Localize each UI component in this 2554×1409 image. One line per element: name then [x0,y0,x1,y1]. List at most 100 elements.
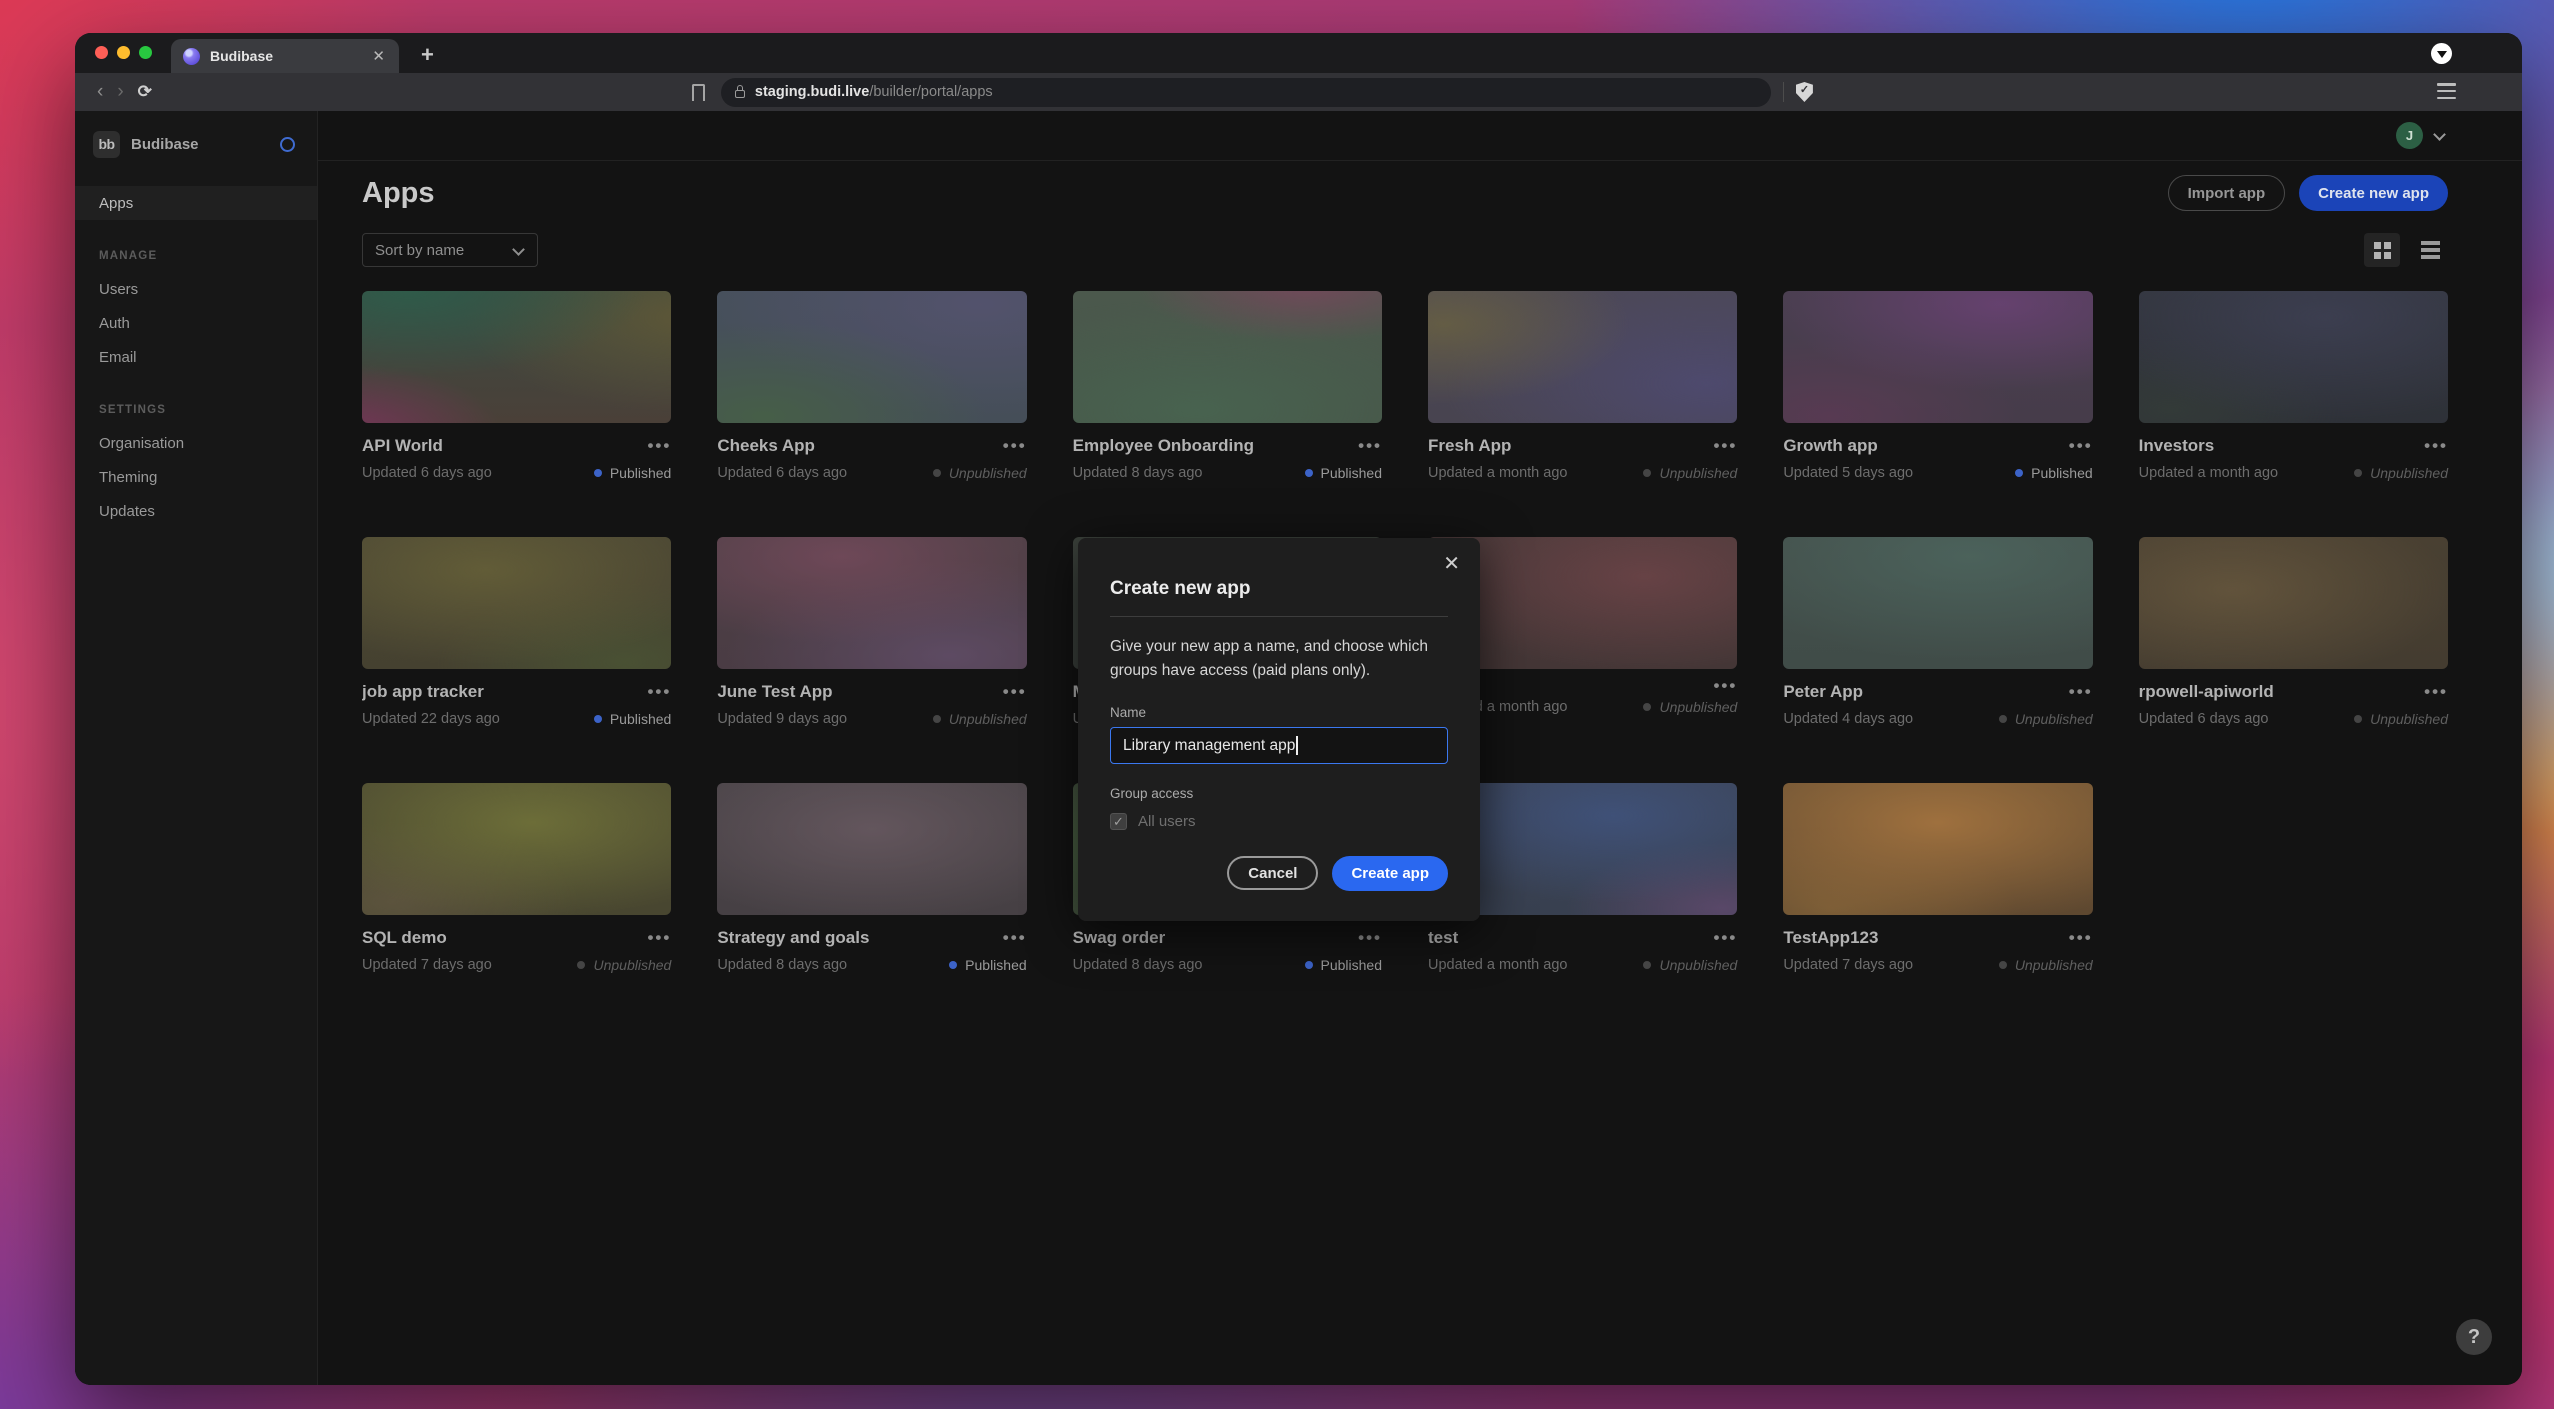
chevron-down-icon [512,243,525,256]
status-dot [1643,703,1651,711]
app-updated-text: Updated a month ago [2139,465,2355,481]
card-menu-icon[interactable]: ••• [647,442,671,450]
card-menu-icon[interactable]: ••• [2424,688,2448,696]
app-thumbnail[interactable] [717,537,1026,669]
app-thumbnail[interactable] [2139,291,2448,423]
app-thumbnail[interactable] [362,291,671,423]
card-menu-icon[interactable]: ••• [2069,442,2093,450]
sidebar-item-apps[interactable]: Apps [75,186,317,220]
minimize-window-button[interactable] [117,46,130,59]
app-thumbnail[interactable] [1783,291,2092,423]
address-bar[interactable]: staging.budi.live /builder/portal/apps [721,78,1771,107]
card-menu-icon[interactable]: ••• [2069,934,2093,942]
download-indicator-icon[interactable] [2431,43,2452,64]
status-badge: Unpublished [1643,957,1737,973]
sidebar-item-updates[interactable]: Updates [75,494,317,528]
help-button[interactable]: ? [2456,1319,2492,1355]
card-menu-icon[interactable]: ••• [1358,934,1382,942]
create-new-app-button[interactable]: Create new app [2299,175,2448,211]
card-menu-icon[interactable]: ••• [647,688,671,696]
app-updated-text: Updated 8 days ago [717,957,949,973]
app-card[interactable]: SQL demo ••• Updated 7 days ago Unpublis… [362,783,671,973]
card-menu-icon[interactable]: ••• [1713,682,1737,690]
app-name-input[interactable]: Library management app [1110,727,1448,764]
app-updated-text: Updated a month ago [1428,957,1643,973]
app-thumbnail[interactable] [1783,783,2092,915]
sidebar-item-organisation[interactable]: Organisation [75,426,317,460]
card-menu-icon[interactable]: ••• [2069,688,2093,696]
status-dot [2015,469,2023,477]
app-card[interactable]: rpowell-apiworld ••• Updated 6 days ago … [2139,537,2448,727]
app-thumbnail[interactable] [717,291,1026,423]
list-view-icon [2421,241,2440,259]
app-name: Strategy and goals [717,928,1002,948]
grid-view-button[interactable] [2364,233,2400,267]
sidebar-item-email[interactable]: Email [75,340,317,374]
app-card[interactable]: Investors ••• Updated a month ago Unpubl… [2139,291,2448,481]
all-users-checkbox[interactable]: ✓ [1110,813,1127,830]
app-card[interactable]: Employee Onboarding ••• Updated 8 days a… [1073,291,1382,481]
page-title: Apps [362,177,2168,210]
name-field-label: Name [1110,705,1448,720]
app-name: TestApp123 [1783,928,2068,948]
sort-select[interactable]: Sort by name [362,233,538,267]
cancel-button[interactable]: Cancel [1227,856,1318,890]
status-dot [2354,715,2362,723]
app-card[interactable]: Growth app ••• Updated 5 days ago Publis… [1783,291,2092,481]
sidebar-item-auth[interactable]: Auth [75,306,317,340]
app-card[interactable]: Fresh App ••• Updated a month ago Unpubl… [1428,291,1737,481]
back-icon[interactable]: ‹ [97,81,103,103]
card-menu-icon[interactable]: ••• [1003,688,1027,696]
app-thumbnail[interactable] [2139,537,2448,669]
app-card[interactable]: job app tracker ••• Updated 22 days ago … [362,537,671,727]
app-updated-text: Updated a month ago [1428,465,1643,481]
app-thumbnail[interactable] [1073,291,1382,423]
app-updated-text: Updated 22 days ago [362,711,594,727]
forward-icon[interactable]: › [117,81,123,103]
card-menu-icon[interactable]: ••• [647,934,671,942]
app-thumbnail[interactable] [362,537,671,669]
status-text: Unpublished [2015,957,2093,973]
app-card[interactable]: API World ••• Updated 6 days ago Publish… [362,291,671,481]
bookmark-icon[interactable] [692,84,705,101]
app-card[interactable]: TestApp123 ••• Updated 7 days ago Unpubl… [1783,783,2092,973]
app-thumbnail[interactable] [1783,537,2092,669]
create-app-button[interactable]: Create app [1332,856,1448,891]
close-window-button[interactable] [95,46,108,59]
status-badge: Unpublished [1643,699,1737,715]
card-menu-icon[interactable]: ••• [1713,934,1737,942]
sidebar-section-title: MANAGE [75,250,317,262]
app-updated-text: Updated 8 days ago [1073,957,1305,973]
app-name: Employee Onboarding [1073,436,1358,456]
app-updated-text: Updated 7 days ago [1783,957,1998,973]
app-card[interactable]: Peter App ••• Updated 4 days ago Unpubli… [1783,537,2092,727]
card-menu-icon[interactable]: ••• [2424,442,2448,450]
brand-name: Budibase [131,136,280,153]
card-menu-icon[interactable]: ••• [1003,442,1027,450]
app-thumbnail[interactable] [717,783,1026,915]
browser-menu-icon[interactable] [2437,83,2456,99]
status-badge: Unpublished [1643,465,1737,481]
list-view-button[interactable] [2412,233,2448,267]
avatar[interactable]: J [2396,122,2423,149]
app-thumbnail[interactable] [1428,291,1737,423]
app-card[interactable]: Cheeks App ••• Updated 6 days ago Unpubl… [717,291,1026,481]
card-menu-icon[interactable]: ••• [1358,442,1382,450]
maximize-window-button[interactable] [139,46,152,59]
tab-close-icon[interactable]: ✕ [368,45,389,67]
new-tab-button[interactable]: + [413,42,442,68]
shield-extension-icon[interactable] [1796,82,1813,102]
app-thumbnail[interactable] [362,783,671,915]
status-badge: Unpublished [2354,465,2448,481]
card-menu-icon[interactable]: ••• [1713,442,1737,450]
browser-tab[interactable]: Budibase ✕ [171,39,399,73]
app-card[interactable]: June Test App ••• Updated 9 days ago Unp… [717,537,1026,727]
app-card[interactable]: Strategy and goals ••• Updated 8 days ag… [717,783,1026,973]
sidebar-item-theming[interactable]: Theming [75,460,317,494]
close-icon[interactable]: ✕ [1443,554,1460,574]
chevron-down-icon[interactable] [2433,128,2446,141]
sidebar-item-users[interactable]: Users [75,272,317,306]
import-app-button[interactable]: Import app [2168,175,2286,211]
reload-icon[interactable]: ⟳ [138,82,152,102]
card-menu-icon[interactable]: ••• [1003,934,1027,942]
